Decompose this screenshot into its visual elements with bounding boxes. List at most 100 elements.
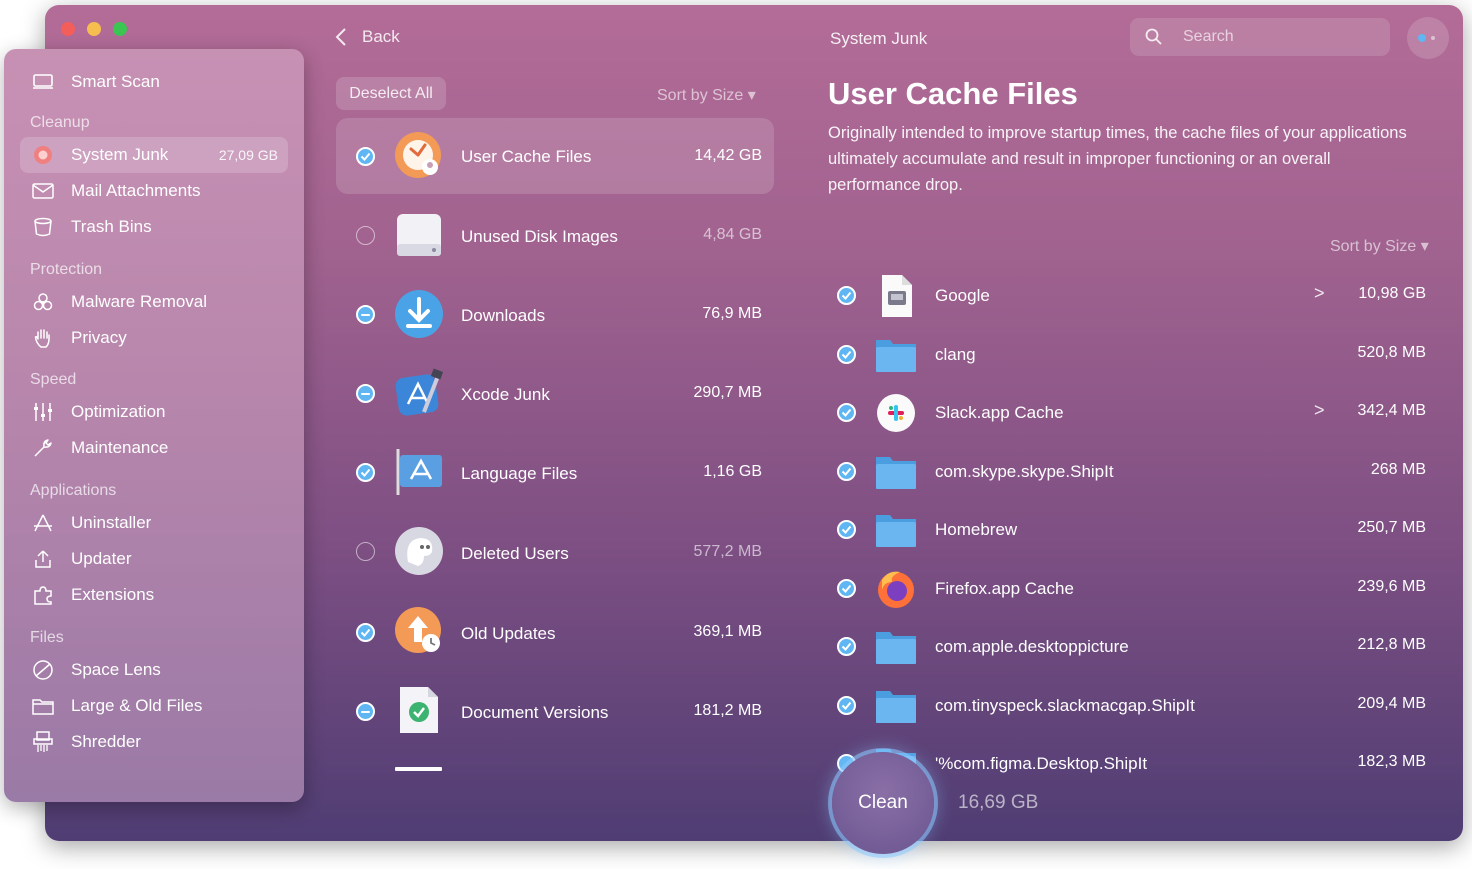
checkbox-unchecked[interactable]: [356, 542, 375, 561]
sidebar-item-label: Trash Bins: [71, 217, 152, 236]
checkbox-checked[interactable]: [356, 623, 375, 642]
category-name: Deleted Users: [461, 544, 569, 563]
checkbox-unchecked[interactable]: [356, 226, 375, 245]
category-name: Old Updates: [461, 624, 556, 643]
file-name: Google: [935, 286, 990, 305]
file-name: com.skype.skype.ShipIt: [935, 462, 1114, 481]
back-button[interactable]: Back: [334, 26, 400, 48]
sidebar-item-mail-attachments[interactable]: Mail Attachments: [20, 173, 288, 209]
category-row-deleted-users[interactable]: Deleted Users 577,2 MB: [336, 513, 774, 589]
chevron-right-icon[interactable]: >: [1314, 283, 1325, 304]
category-size: 1,16 GB: [703, 463, 762, 480]
file-row-skype-shipit[interactable]: com.skype.skype.ShipIt 268 MB: [830, 451, 1430, 495]
deleted-user-icon: [395, 527, 443, 575]
search-placeholder: Search: [1183, 28, 1234, 45]
sidebar-item-system-junk[interactable]: System Junk 27,09 GB: [20, 137, 288, 173]
file-name: com.tinyspeck.slackmacgap.ShipIt: [935, 696, 1195, 715]
document-icon: [882, 275, 912, 317]
file-size: 182,3 MB: [1357, 753, 1426, 770]
checkbox-checked[interactable]: [837, 286, 856, 305]
category-row-unused-disk-images[interactable]: Unused Disk Images 4,84 GB: [336, 197, 774, 273]
sidebar-item-extensions[interactable]: Extensions: [20, 577, 288, 613]
chevron-left-icon: [335, 28, 346, 46]
sliders-icon: [31, 400, 55, 424]
clean-button[interactable]: Clean: [832, 752, 934, 854]
category-row-language-files[interactable]: Language Files 1,16 GB: [336, 434, 774, 510]
checkbox-mixed[interactable]: [356, 384, 375, 403]
sidebar-item-large-old-files[interactable]: Large & Old Files: [20, 688, 288, 724]
sidebar-item-shredder[interactable]: Shredder: [20, 724, 288, 760]
file-row-homebrew[interactable]: Homebrew 250,7 MB: [830, 509, 1430, 553]
deselect-all-button[interactable]: Deselect All: [336, 77, 446, 110]
assistant-button[interactable]: [1407, 17, 1449, 59]
file-name: Homebrew: [935, 520, 1018, 539]
sidebar-item-malware-removal[interactable]: Malware Removal: [20, 284, 288, 320]
scroll-hint-divider: [395, 767, 442, 771]
file-name: clang: [935, 345, 976, 364]
chevron-right-icon[interactable]: >: [1314, 400, 1325, 421]
category-sort-dropdown[interactable]: Sort by Size ▾: [657, 85, 756, 105]
uninstaller-icon: [31, 511, 55, 535]
sidebar-item-trash-bins[interactable]: Trash Bins: [20, 209, 288, 245]
checkbox-mixed[interactable]: [356, 702, 375, 721]
sidebar-item-label: Extensions: [71, 585, 155, 604]
sidebar-item-maintenance[interactable]: Maintenance: [20, 430, 288, 466]
category-name: Unused Disk Images: [461, 227, 618, 246]
assistant-dot-small-icon: [1431, 36, 1435, 40]
file-row-clang[interactable]: clang 520,8 MB: [830, 334, 1430, 378]
folder-icon: [876, 457, 916, 489]
document-version-icon: [400, 687, 438, 733]
checkbox-checked[interactable]: [837, 462, 856, 481]
category-row-xcode-junk[interactable]: Xcode Junk 290,7 MB: [336, 355, 774, 431]
sidebar-item-label: Shredder: [71, 732, 141, 751]
sidebar-item-space-lens[interactable]: Space Lens: [20, 652, 288, 688]
file-row-slackmacgap-shipit[interactable]: com.tinyspeck.slackmacgap.ShipIt 209,4 M…: [830, 685, 1430, 729]
checkbox-checked[interactable]: [356, 147, 375, 166]
category-row-downloads[interactable]: Downloads 76,9 MB: [336, 276, 774, 352]
category-size: 4,84 GB: [703, 226, 762, 243]
sidebar-item-privacy[interactable]: Privacy: [20, 320, 288, 356]
category-row-document-versions[interactable]: Document Versions 181,2 MB: [336, 672, 774, 748]
sidebar-item-label: Updater: [71, 549, 132, 568]
updater-icon: [31, 547, 55, 571]
close-button[interactable]: [61, 22, 75, 36]
checkbox-checked[interactable]: [837, 345, 856, 364]
file-row-firefox-cache[interactable]: Firefox.app Cache 239,6 MB: [830, 568, 1430, 612]
minimize-button[interactable]: [87, 22, 101, 36]
disk-image-icon: [397, 214, 441, 256]
sidebar-item-optimization[interactable]: Optimization: [20, 394, 288, 430]
checkbox-checked[interactable]: [837, 403, 856, 422]
system-junk-icon: [31, 143, 55, 167]
category-name: Language Files: [461, 464, 578, 483]
sidebar-item-label: Optimization: [71, 402, 166, 421]
category-row-user-cache-files[interactable]: User Cache Files 14,42 GB: [336, 118, 774, 194]
search-field[interactable]: Search: [1130, 18, 1390, 56]
window-title: System Junk: [830, 29, 928, 48]
folder-icon: [876, 340, 916, 372]
folder-icon: [876, 691, 916, 723]
category-size: 290,7 MB: [693, 384, 762, 401]
checkbox-checked[interactable]: [837, 637, 856, 656]
sidebar-item-uninstaller[interactable]: Uninstaller: [20, 505, 288, 541]
file-row-desktoppicture[interactable]: com.apple.desktoppicture 212,8 MB: [830, 626, 1430, 670]
sidebar-item-label: Uninstaller: [71, 513, 152, 532]
checkbox-mixed[interactable]: [356, 305, 375, 324]
sidebar-item-smart-scan[interactable]: Smart Scan: [20, 64, 288, 100]
file-size: 239,6 MB: [1357, 578, 1426, 595]
file-row-google[interactable]: Google > 10,98 GB: [830, 275, 1430, 319]
file-name: Slack.app Cache: [935, 403, 1064, 422]
sidebar-item-updater[interactable]: Updater: [20, 541, 288, 577]
file-name: '%com.figma.Desktop.ShipIt: [935, 754, 1148, 773]
file-row-slack-cache[interactable]: Slack.app Cache > 342,4 MB: [830, 392, 1430, 436]
checkbox-checked[interactable]: [837, 696, 856, 715]
file-sort-dropdown[interactable]: Sort by Size ▾: [1330, 236, 1429, 256]
checkbox-checked[interactable]: [837, 579, 856, 598]
checkbox-checked[interactable]: [356, 463, 375, 482]
checkbox-checked[interactable]: [837, 520, 856, 539]
mixed-dash-icon: [361, 313, 370, 316]
category-name: Document Versions: [461, 703, 609, 722]
category-name: User Cache Files: [461, 147, 592, 166]
zoom-button[interactable]: [113, 22, 127, 36]
category-row-old-updates[interactable]: Old Updates 369,1 MB: [336, 592, 774, 668]
file-size: 342,4 MB: [1357, 402, 1426, 419]
